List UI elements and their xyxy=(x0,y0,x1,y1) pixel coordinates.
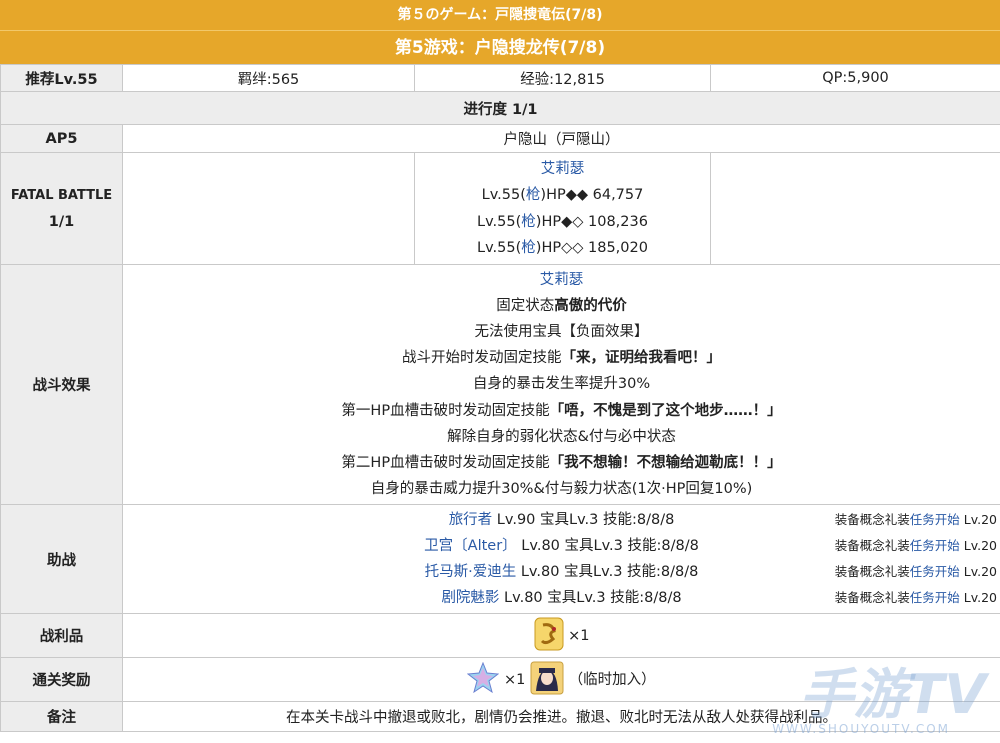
support-servant-link[interactable]: 卫宫〔Alter〕 xyxy=(424,538,517,554)
effect-line: 战斗开始时发动固定技能「来，证明给我看吧！」 xyxy=(402,350,721,367)
watermark-logo: 手游TV xyxy=(799,663,986,726)
support-ce: 装备概念礼装任务开始 Lv.20 xyxy=(834,564,997,579)
jp-title: 第５のゲーム：戸隠捜竜伝(7/8) xyxy=(0,0,1000,30)
effect-line: 自身的暴击威力提升30%&付与毅力状态(1次·HP回复10%) xyxy=(370,481,753,498)
cn-title: 第5游戏：户隐搜龙传(7/8) xyxy=(0,30,1000,65)
watermark-url: WWW.SHOUYOUTV.COM xyxy=(772,722,950,736)
location: 户隐山（戸隠山） xyxy=(122,124,1000,153)
ce-link[interactable]: 任务开始 xyxy=(910,512,960,527)
effect-line: 固定状态高傲的代价 xyxy=(496,297,627,314)
enemy-info: 艾莉瑟 Lv.55(枪)HP◆◆ 64,757 Lv.55(枪)HP◆◇ 108… xyxy=(414,152,711,265)
effects-label: 战斗效果 xyxy=(0,264,123,505)
gold-item-icon[interactable] xyxy=(534,617,564,655)
class-lancer-link[interactable]: 枪 xyxy=(526,187,541,203)
fatal-battle-label: FATAL BATTLE 1/1 xyxy=(0,152,123,265)
enemy-row: Lv.55(枪)HP◆◆ 64,757 xyxy=(481,187,644,204)
enemy-empty-left xyxy=(122,152,415,265)
support-list: 旅行者 Lv.90 宝具Lv.3 技能:8/8/8 卫宫〔Alter〕 Lv.8… xyxy=(122,504,1000,614)
quest-table: 推荐Lv.55 羁绊:565 经验:12,815 QP:5,900 进行度 1/… xyxy=(0,64,1000,732)
effect-line: 第一HP血槽击破时发动固定技能「唔，不愧是到了这个地步……！」 xyxy=(341,402,782,419)
support-ce: 装备概念礼装任务开始 Lv.20 xyxy=(834,537,997,553)
support-ce-column: 装备概念礼装任务开始 Lv.20 装备概念礼装任务开始 Lv.20 装备概念礼装… xyxy=(835,507,997,612)
ce-link[interactable]: 任务开始 xyxy=(910,538,960,553)
class-lancer-link[interactable]: 枪 xyxy=(521,214,536,230)
clear-reward-label: 通关奖励 xyxy=(0,657,123,702)
battle-effects: 艾莉瑟 固定状态高傲的代价 无法使用宝具【负面效果】 战斗开始时发动固定技能「来… xyxy=(122,264,1000,505)
effect-line: 解除自身的弱化状态&付与必中状态 xyxy=(447,428,676,445)
support-servant-link[interactable]: 托马斯·爱迪生 xyxy=(425,564,517,580)
fatal-battle-count: 1/1 xyxy=(48,213,75,230)
support-servant-link[interactable]: 旅行者 xyxy=(449,512,493,528)
qp-value: QP:5,900 xyxy=(710,64,1000,92)
reward-qty: ×1 xyxy=(504,671,526,688)
effect-line: 自身的暴击发生率提升30% xyxy=(472,376,651,393)
saint-quartz-icon[interactable] xyxy=(467,661,500,698)
fatal-battle-title: FATAL BATTLE xyxy=(10,187,113,203)
support-ce: 装备概念礼装任务开始 Lv.20 xyxy=(834,511,997,527)
servant-portrait-icon[interactable] xyxy=(530,661,564,699)
exp-value: 经验:12,815 xyxy=(414,64,711,92)
drop-qty: ×1 xyxy=(568,627,590,644)
ap-label: AP5 xyxy=(0,124,123,153)
reward-note: （临时加入） xyxy=(568,671,656,688)
enemy-row: Lv.55(枪)HP◆◇ 108,236 xyxy=(477,213,648,230)
enemy-empty-right xyxy=(710,152,1000,265)
class-lancer-link[interactable]: 枪 xyxy=(521,240,536,256)
recommend-level: 推荐Lv.55 xyxy=(0,64,123,92)
enemy-name-link[interactable]: 艾莉瑟 xyxy=(541,161,585,177)
notes-label: 备注 xyxy=(0,701,123,732)
progress: 进行度 1/1 xyxy=(0,91,1000,125)
bond-value: 羁绊:565 xyxy=(122,64,415,92)
support-ce: 装备概念礼装任务开始 Lv.20 xyxy=(834,590,997,606)
support-label: 助战 xyxy=(0,504,123,614)
effects-enemy-link[interactable]: 艾莉瑟 xyxy=(540,272,584,288)
effect-line: 第二HP血槽击破时发动固定技能「我不想输！不想输给迦勒底！！」 xyxy=(341,455,782,471)
support-servant-link[interactable]: 剧院魅影 xyxy=(441,590,499,606)
ce-link[interactable]: 任务开始 xyxy=(910,564,960,579)
effect-line: 无法使用宝具【负面效果】 xyxy=(474,323,649,340)
ce-link[interactable]: 任务开始 xyxy=(910,590,960,605)
enemy-row: Lv.55(枪)HP◇◇ 185,020 xyxy=(477,239,648,256)
drops-label: 战利品 xyxy=(0,613,123,658)
